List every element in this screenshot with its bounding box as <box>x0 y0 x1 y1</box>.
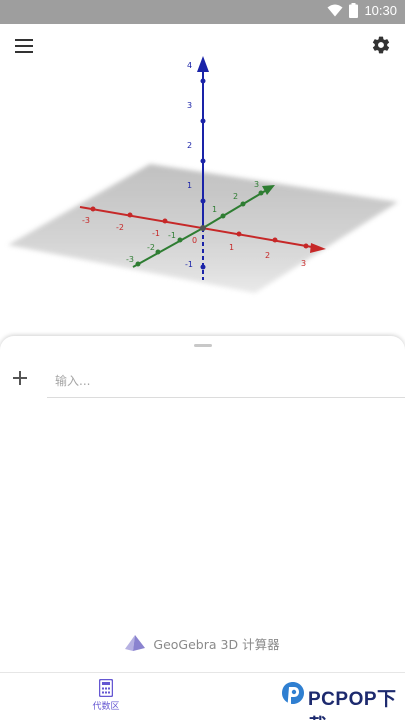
z-tick-dot <box>200 264 206 270</box>
status-time: 10:30 <box>364 3 397 18</box>
y-tick-label: -1 <box>168 231 176 240</box>
x-tick-label: 1 <box>229 243 234 252</box>
x-tick-dot <box>162 218 168 224</box>
z-tick-label: 3 <box>187 101 192 110</box>
status-bar: 10:30 <box>0 0 405 24</box>
z-tick-dot <box>200 118 206 124</box>
nav-algebra[interactable]: 代数区 <box>78 679 134 717</box>
watermark: PCPOP下载 <box>280 678 405 720</box>
menu-button[interactable] <box>12 35 36 57</box>
calculator-icon <box>99 679 113 697</box>
y-tick-dot <box>258 190 264 196</box>
z-tick-label: -1 <box>185 260 193 269</box>
graphics-view-3d[interactable]: -3 -2 -1 0 1 2 3 -3 -2 -1 1 2 3 -1 1 2 3 <box>0 24 405 336</box>
3d-scene[interactable]: -3 -2 -1 0 1 2 3 -3 -2 -1 1 2 3 -1 1 2 3 <box>0 24 405 336</box>
z-tick-dot <box>200 158 206 164</box>
y-tick-label: -2 <box>147 243 155 252</box>
gear-icon <box>372 36 390 54</box>
watermark-logo-icon <box>282 682 304 712</box>
x-tick-label: 3 <box>301 259 306 268</box>
x-tick-label: 2 <box>265 251 270 260</box>
add-button[interactable] <box>10 368 30 388</box>
settings-button[interactable] <box>369 33 393 57</box>
z-tick-dot <box>200 198 206 204</box>
z-tick-label: 4 <box>187 61 192 70</box>
algebra-input[interactable] <box>47 360 405 398</box>
y-tick-dot <box>155 249 161 255</box>
x-tick-label: 0 <box>192 236 197 245</box>
y-tick-dot <box>177 237 183 243</box>
y-tick-label: 2 <box>233 192 238 201</box>
x-tick-dot <box>127 212 133 218</box>
plus-icon <box>13 371 27 385</box>
z-tick-label: 2 <box>187 141 192 150</box>
drag-handle[interactable] <box>194 344 212 347</box>
pyramid-logo-icon <box>125 635 146 651</box>
x-tick-label: -1 <box>152 229 160 238</box>
origin-point <box>200 225 206 231</box>
y-tick-dot <box>220 213 226 219</box>
nav-algebra-label: 代数区 <box>92 702 120 712</box>
status-icons: 10:30 <box>327 3 397 18</box>
wifi-icon <box>327 4 343 17</box>
algebra-view: GeoGebra 3D 计算器 <box>0 336 405 672</box>
x-tick-label: -2 <box>116 223 124 232</box>
z-axis-arrow <box>197 56 209 72</box>
y-tick-label: -3 <box>126 255 134 264</box>
watermark-text: PCPOP下载 <box>308 689 397 720</box>
x-tick-dot <box>272 237 278 243</box>
z-tick-dot <box>200 78 206 84</box>
y-tick-dot <box>240 201 246 207</box>
x-tick-dot <box>236 231 242 237</box>
brand-text: GeoGebra 3D 计算器 <box>153 636 280 652</box>
x-tick-label: -3 <box>82 216 90 225</box>
brand-label: GeoGebra 3D 计算器 <box>0 632 405 654</box>
x-tick-dot <box>303 243 309 249</box>
y-tick-dot <box>135 261 141 267</box>
input-row <box>0 360 405 400</box>
app-root: 10:30 -3 -2 -1 0 1 2 3 -3 -2 -1 1 2 3 -1… <box>0 0 405 720</box>
y-tick-label: 3 <box>254 180 259 189</box>
hamburger-icon <box>15 39 33 53</box>
x-tick-dot <box>90 206 96 212</box>
z-tick-label: 1 <box>187 181 192 190</box>
battery-icon <box>349 3 359 18</box>
y-tick-label: 1 <box>212 205 217 214</box>
